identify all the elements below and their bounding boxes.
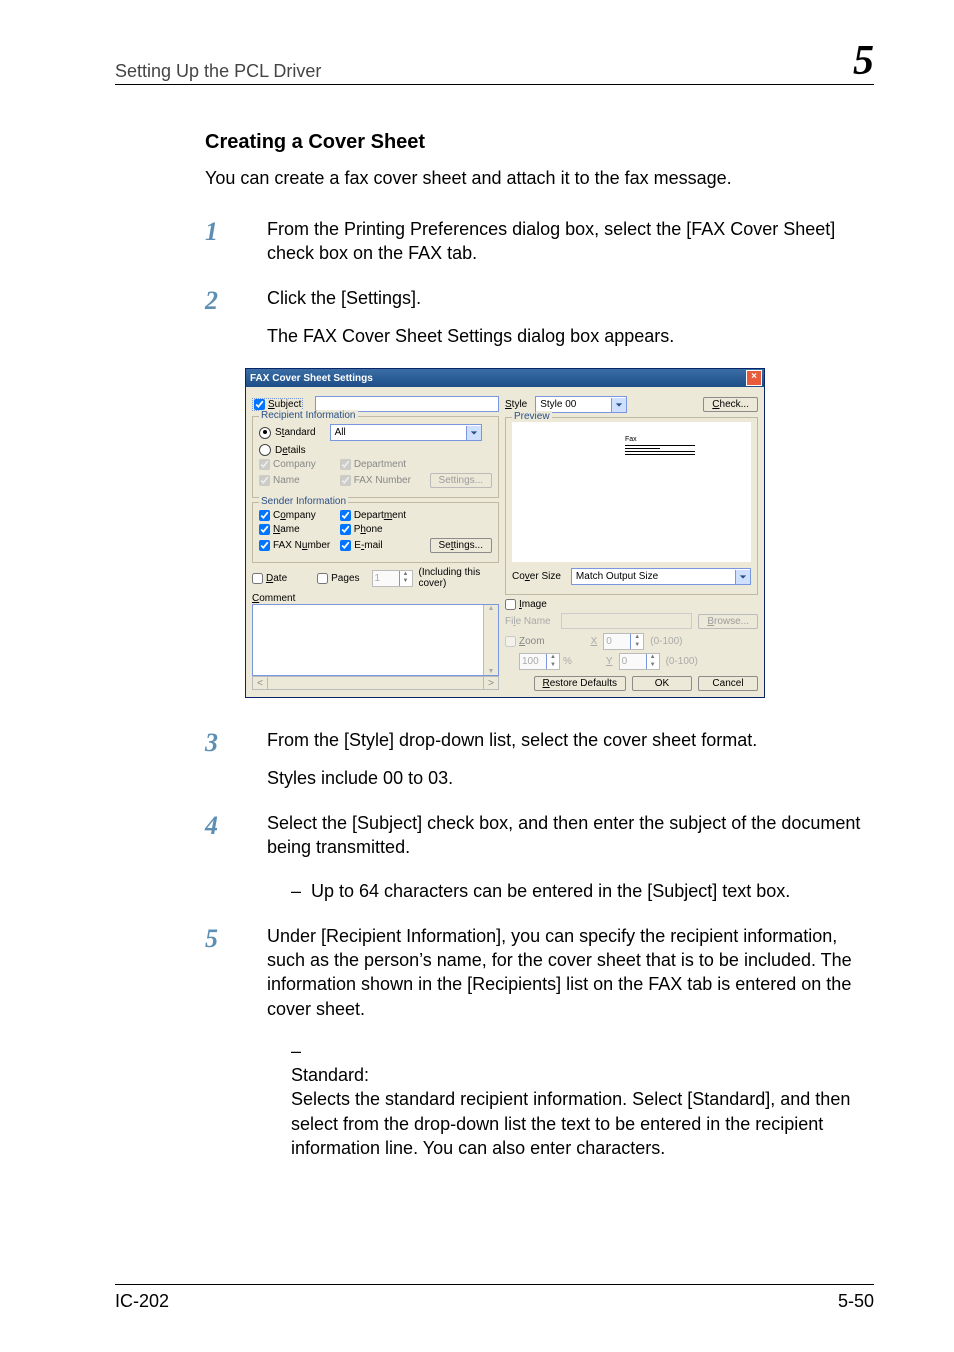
sender-department-checkbox[interactable]: Department: [340, 510, 406, 521]
step-number-3: 3: [115, 728, 267, 791]
details-radio[interactable]: [259, 444, 271, 456]
cover-size-label: Cover Size: [512, 571, 561, 582]
restore-defaults-button[interactable]: Restore Defaults: [534, 676, 627, 691]
x-spinner: ▲▼: [603, 633, 644, 650]
image-checkbox[interactable]: Image: [505, 599, 547, 610]
preview-label: Preview: [512, 411, 552, 422]
step-text-3: From the [Style] drop-down list, select …: [267, 728, 874, 752]
standard-radio[interactable]: [259, 427, 271, 439]
step2-after: The FAX Cover Sheet Settings dialog box …: [267, 324, 874, 348]
comment-label: Comment: [252, 593, 499, 604]
chevron-down-icon[interactable]: [735, 570, 750, 584]
sender-email-checkbox[interactable]: E-mail: [340, 540, 382, 551]
recipient-company-checkbox: Company: [259, 459, 316, 470]
pages-spinner: ▲▼: [372, 570, 413, 587]
chevron-down-icon[interactable]: [611, 398, 626, 412]
zoom-spinner: ▲▼: [519, 653, 560, 670]
file-name-input: [561, 613, 692, 629]
subject-checkbox[interactable]: SSubjectubject: [252, 398, 303, 411]
x-range: (0-100): [650, 636, 682, 647]
step-text-4: Select the [Subject] check box, and then…: [267, 811, 874, 860]
cover-size-dropdown[interactable]: Match Output Size: [571, 568, 751, 585]
header-section-title: Setting Up the PCL Driver: [115, 61, 321, 82]
step-number-4: 4: [115, 811, 267, 904]
scroll-up-icon: ▲: [484, 605, 498, 612]
footer-right: 5-50: [838, 1291, 874, 1312]
fax-cover-sheet-dialog: FAX Cover Sheet Settings × SSubjectubjec…: [245, 368, 765, 698]
date-checkbox[interactable]: Date: [252, 573, 287, 584]
sender-settings-button[interactable]: Settings...: [430, 538, 492, 553]
recipient-department-checkbox: Department: [340, 459, 406, 470]
step-text-5: Under [Recipient Information], you can s…: [267, 924, 874, 1021]
pages-note: (Including this cover): [419, 567, 500, 589]
chevron-down-icon[interactable]: [466, 426, 481, 440]
step4-bullet: –Up to 64 characters can be entered in t…: [291, 879, 874, 903]
ok-button[interactable]: OK: [632, 676, 692, 691]
scroll-right-icon: >: [483, 676, 499, 690]
step-number-5: 5: [115, 924, 267, 1161]
footer-left: IC-202: [115, 1291, 169, 1312]
recipient-name-checkbox: Name: [259, 475, 300, 486]
check-button[interactable]: Check...: [703, 397, 758, 412]
sender-info-group: Sender Information: [259, 496, 348, 507]
zoom-checkbox: Zoom: [505, 636, 545, 647]
scroll-left-icon: <: [252, 676, 268, 690]
comment-textarea[interactable]: ▲ ▼: [252, 604, 499, 676]
sender-company-checkbox[interactable]: Company: [259, 510, 316, 521]
file-name-label: File Name: [505, 616, 555, 627]
intro-text: You can create a fax cover sheet and att…: [205, 168, 874, 189]
sender-name-checkbox[interactable]: Name: [259, 524, 300, 535]
standard-label: Standard: [275, 427, 316, 438]
scroll-down-icon: ▼: [484, 668, 498, 675]
chapter-number: 5: [853, 40, 874, 82]
recipient-info-group: Recipient Information: [259, 410, 358, 421]
step3-after: Styles include 00 to 03.: [267, 766, 874, 790]
recipient-settings-button: Settings...: [430, 473, 492, 488]
step5-bullet: – Standard: Selects the standard recipie…: [291, 1039, 874, 1160]
step-text-2: Click the [Settings].: [267, 286, 874, 310]
y-spinner: ▲▼: [619, 653, 660, 670]
dialog-title: FAX Cover Sheet Settings: [250, 373, 373, 384]
pages-checkbox[interactable]: Pages: [317, 573, 359, 584]
sender-fax-checkbox[interactable]: FAX Number: [259, 540, 330, 551]
step-number-2: 2: [115, 286, 267, 349]
step-text-1: From the Printing Preferences dialog box…: [267, 217, 874, 266]
sender-phone-checkbox[interactable]: Phone: [340, 524, 383, 535]
comment-scroll-horizontal: < >: [252, 676, 499, 690]
recipient-faxno-checkbox: FAX Number: [340, 475, 411, 486]
browse-button: Browse...: [698, 614, 758, 629]
cancel-button[interactable]: Cancel: [698, 676, 758, 691]
preview-fax-text: Fax: [625, 436, 695, 443]
step-number-1: 1: [115, 217, 267, 266]
close-icon[interactable]: ×: [746, 370, 762, 386]
preview-box: Fax: [512, 422, 751, 562]
standard-dropdown[interactable]: All: [330, 424, 482, 441]
section-heading: Creating a Cover Sheet: [205, 131, 874, 154]
y-range: (0-100): [666, 656, 698, 667]
details-label: Details: [275, 445, 306, 456]
